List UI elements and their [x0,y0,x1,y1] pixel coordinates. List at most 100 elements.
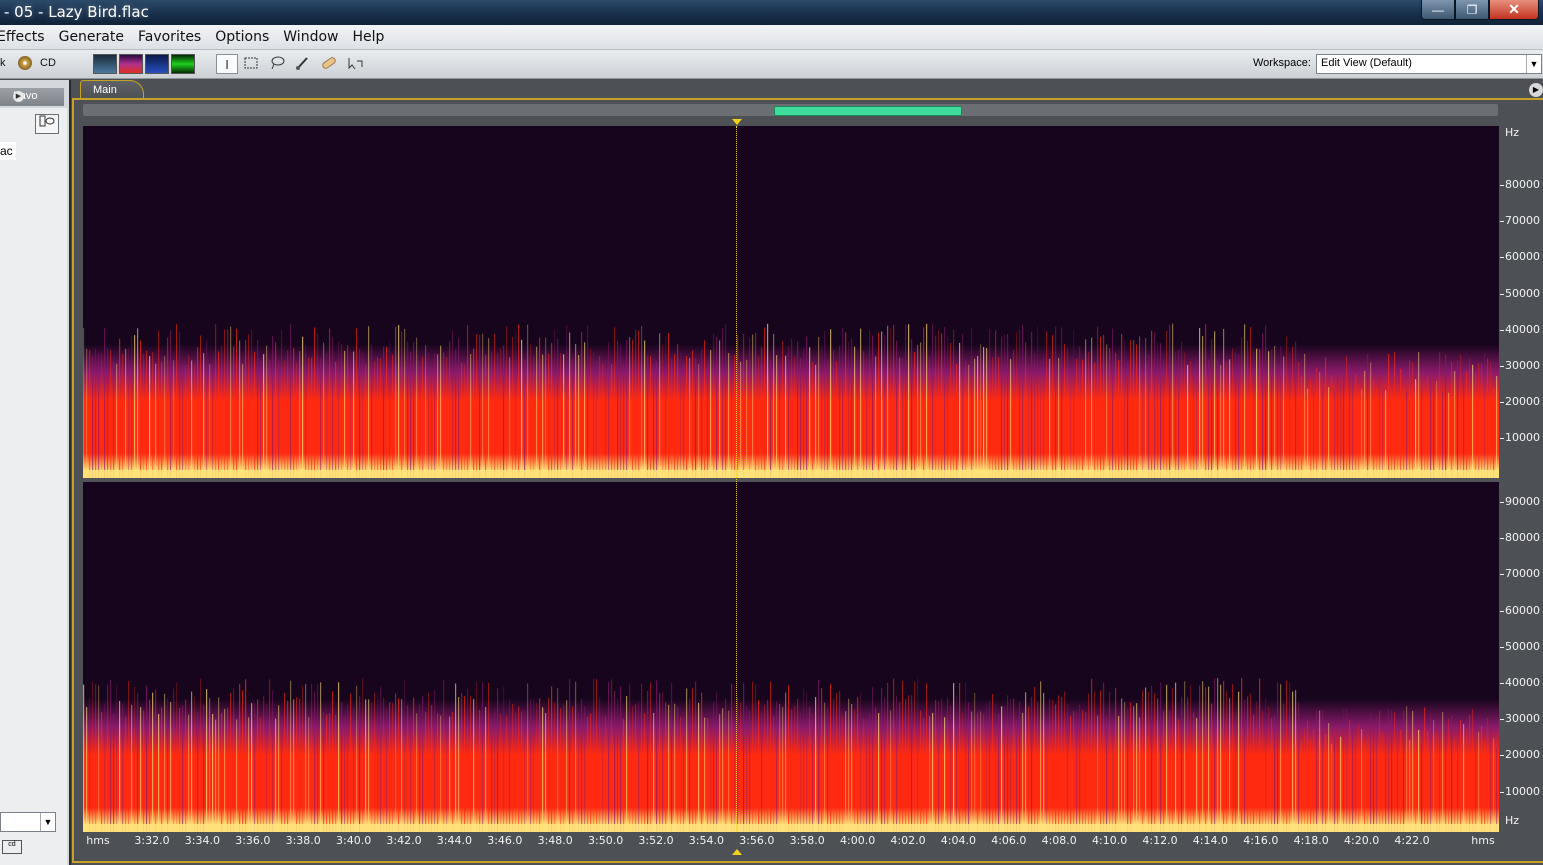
playhead-top-marker[interactable] [732,119,742,125]
spectrogram-streak [767,700,769,832]
spectrogram-streak [221,345,223,478]
spectrogram-streak [644,713,646,832]
spectrogram-streak [254,703,256,832]
spectrogram-streak [1280,345,1282,478]
spectrogram-streak [1379,711,1381,832]
spectrogram-streak [533,697,535,832]
spectrogram-streak [830,329,832,478]
spectrogram-streak [494,712,496,832]
scrub-tool-icon[interactable] [345,54,365,72]
spectrogram-streak [176,682,178,832]
spectrogram-streak [905,698,907,832]
spectrogram-streak [1223,681,1225,832]
playhead-line[interactable] [736,126,737,832]
minimize-button[interactable]: — [1421,0,1455,20]
playhead-bottom-marker[interactable] [732,849,742,855]
panel-menu-icon[interactable]: ▶ [13,91,24,102]
spectral-phase-view-button[interactable] [171,54,195,74]
spectrogram-streak [1370,714,1372,832]
main-tab[interactable]: Main [80,80,144,99]
spectrogram-streak [575,343,577,478]
favorites-tab[interactable]: Favo ▶ [0,88,64,106]
spectrogram-streak [431,361,433,478]
spectrogram-streak [179,331,181,478]
cd-small-button[interactable]: cd [2,840,22,854]
spectrogram-streak [1436,733,1438,832]
spectrogram-streak [1244,699,1246,832]
spectrogram-channel-1[interactable] [83,126,1499,478]
spectrogram-streak [761,346,763,478]
spectrogram-streak [1457,360,1459,478]
spectrogram-streak [497,352,499,478]
marquee-selection-tool-icon[interactable] [241,54,261,72]
spectrogram-streak [992,357,994,478]
file-list-item[interactable]: ac [0,142,16,160]
chevron-down-icon[interactable]: ▼ [40,813,55,831]
chevron-down-icon[interactable]: ▼ [1526,55,1541,73]
spectrogram-streak [797,698,799,832]
panel-dropdown[interactable]: ▼ [0,812,56,832]
spectrogram-streak [770,681,772,832]
menu-window[interactable]: Window [276,29,345,45]
spectrogram-streak [1073,330,1075,478]
spectrogram-streak [458,697,460,832]
restore-button[interactable]: ❐ [1455,0,1489,20]
spectrogram-streak [1130,340,1132,478]
spectrogram-streak [1286,680,1288,832]
spectrogram-streak [1001,706,1003,832]
spectrogram-streak [308,717,310,832]
waveform-view-button[interactable] [93,54,117,74]
spectrogram-streak [986,702,988,832]
close-button[interactable]: ✕ [1489,0,1539,20]
spectrogram-streak [515,712,517,832]
file-options-button[interactable] [35,114,59,134]
spectral-pan-view-button[interactable] [145,54,169,74]
spectrogram-streak [239,683,241,832]
spectrogram-streak [344,715,346,832]
cd-icon[interactable] [18,56,32,70]
spectrogram-streak [245,339,247,478]
spectrogram-streak [803,688,805,832]
frequency-ruler[interactable]: Hz Hz 80000 70000 60000 50000 40000 30000 2000… [1500,126,1543,832]
menu-generate[interactable]: Generate [52,29,131,45]
spectral-frequency-view-button[interactable] [119,54,143,74]
workspace-dropdown[interactable]: Edit View (Default) ▼ [1316,54,1542,74]
spectrogram-streak [410,351,412,478]
spectrogram-streak [1295,341,1297,478]
brush-tool-icon[interactable] [293,54,313,72]
menu-help[interactable]: Help [345,29,391,45]
spectrogram-streak [1253,715,1255,832]
spectrogram-streak [125,716,127,832]
menu-effects[interactable]: Effects [0,29,52,45]
spectrogram-streak [791,709,793,832]
spectrogram-streak [878,332,880,478]
time-ruler[interactable]: hms hms 3:32.0 3:34.0 3:36.0 3:38.0 3:40.0 3:… [83,832,1499,850]
spectrogram-streak [1226,691,1228,832]
spectrogram-streak [1394,712,1396,832]
cd-button-label[interactable]: CD [40,57,56,69]
spectrogram-streak [584,342,586,478]
spectrogram-streak [1106,344,1108,478]
spectrogram-streak [1313,392,1315,478]
spectrogram-streak [113,713,115,832]
spectrogram-streak [311,357,313,478]
spectrogram-channel-2[interactable] [83,482,1499,832]
spectrogram-streak [1208,686,1210,832]
menu-favorites[interactable]: Favorites [131,29,208,45]
spectrogram-streak [1070,716,1072,832]
time-selection-tool-icon[interactable]: I [216,54,238,74]
overview-visible-range[interactable] [774,106,962,116]
spectrogram-streak [1268,706,1270,832]
spectrogram-streak [1454,740,1456,832]
spectrogram-streak [227,707,229,832]
spectrogram-streak [890,328,892,478]
spectrogram-streak [182,365,184,478]
lasso-tool-icon[interactable] [267,54,287,72]
spot-healing-tool-icon[interactable] [319,54,339,72]
menu-options[interactable]: Options [208,29,276,45]
spectrogram-streak [119,338,121,478]
spectrogram-streak [1475,734,1477,832]
spectrogram-streak [239,340,241,478]
panel-menu-icon[interactable]: ▶ [1529,83,1543,97]
spectrogram-streak [629,683,631,832]
